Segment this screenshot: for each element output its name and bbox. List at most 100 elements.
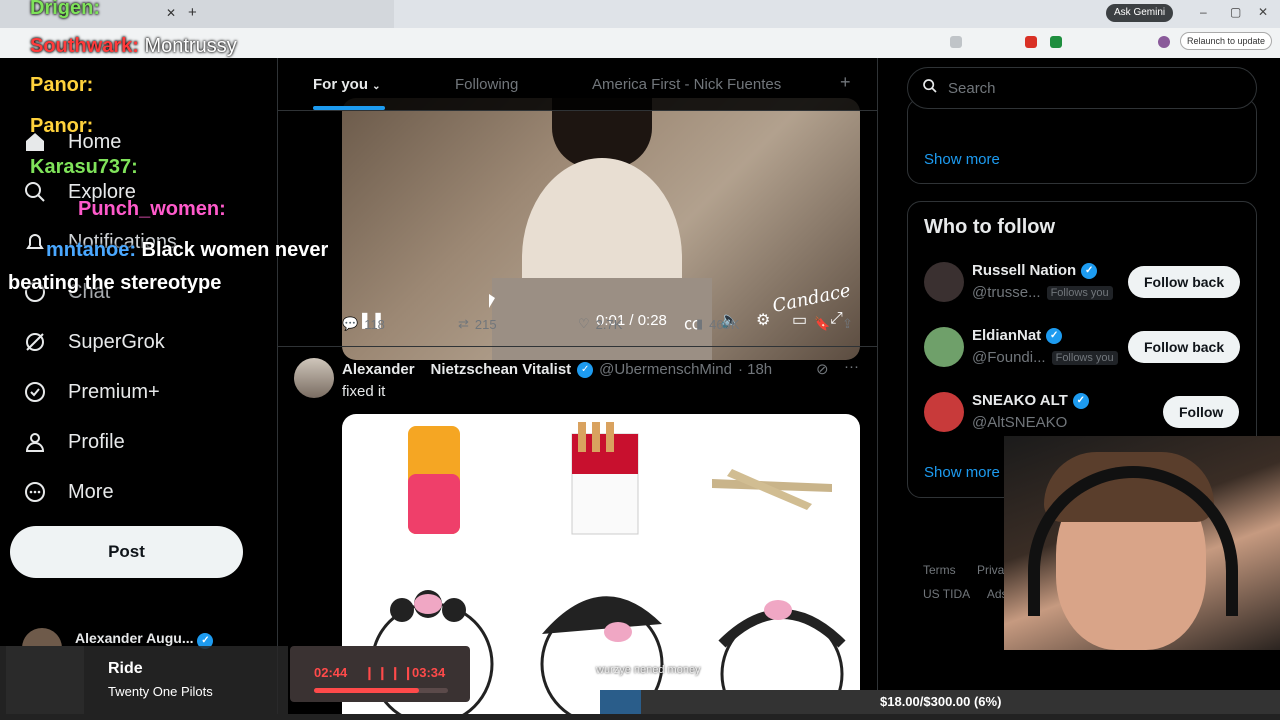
share-icon[interactable]: ⇪ (842, 316, 853, 332)
show-more-link[interactable]: Show more (924, 151, 1000, 168)
tweet-author-title[interactable]: Nietzschean Vitalist (431, 361, 572, 378)
views-count: 469K (709, 316, 740, 332)
tab-for-you-label: For you (313, 76, 368, 93)
chat-message: Karasu737: (30, 156, 138, 179)
extension-icon[interactable] (1050, 36, 1062, 48)
tweet-header: Alexander Nietzschean Vitalist ✓ @Uberme… (342, 361, 772, 378)
tab-for-you[interactable]: For you ⌄ (313, 76, 381, 93)
suggestion-row[interactable]: Russell Nation ✓ @trusse... Follows you Fo… (924, 262, 1244, 306)
reply-count: 118 (364, 316, 385, 332)
footer-us-tida[interactable]: US TIDA (923, 587, 969, 601)
add-tab-icon[interactable]: + (840, 72, 851, 93)
handle-text: @AltSNEAKO (972, 414, 1068, 431)
chat-user: Punch_women: (78, 198, 226, 220)
search-icon (22, 179, 48, 205)
relaunch-button[interactable]: Relaunch to update (1180, 32, 1273, 50)
chat-user: mntanoe: (46, 239, 136, 261)
total-time: 03:34 (412, 665, 446, 680)
who-to-follow-title: Who to follow (924, 216, 1056, 238)
tab-america-first[interactable]: America First - Nick Fuentes (592, 76, 781, 93)
suggestion-handle: @Foundi... Follows you (972, 349, 1118, 366)
bookmark-icon[interactable]: 🔖 (814, 316, 830, 332)
maximize-icon[interactable]: ▢ (1230, 5, 1241, 19)
repost-icon: ⇄ (458, 316, 469, 331)
tweet-handle[interactable]: @UbermenschMind (599, 361, 732, 378)
post-button[interactable]: Post (10, 526, 243, 578)
chat-message: mntanoe: Black women never (46, 239, 328, 262)
timeline: ❚❚ 0:01 / 0:28 ㏄ 🔈 ⚙ ▭ ⤢ Candace For you… (278, 58, 878, 720)
tweet-avatar[interactable] (294, 358, 334, 398)
avatar[interactable] (924, 262, 964, 302)
avatar[interactable] (924, 327, 964, 367)
close-window-icon[interactable]: ✕ (1258, 5, 1268, 19)
song-artist: Twenty One Pilots (108, 684, 213, 699)
now-playing-widget: Ride Twenty One Pilots (0, 646, 288, 720)
views-button[interactable]: ▮ 469K (696, 316, 740, 332)
suggestion-handle: @AltSNEAKO (972, 414, 1067, 431)
verified-badge-icon: ✓ (1046, 327, 1063, 344)
nav-profile[interactable]: Profile (22, 424, 125, 460)
handle-text: @Foundi... (972, 349, 1046, 366)
grok-icon[interactable]: ⊘ (816, 360, 829, 378)
chat-message: Panor: (30, 115, 93, 138)
suggestion-name-label: Russell Nation (972, 262, 1077, 279)
song-progress-fill (314, 688, 419, 693)
song-timer: 02:44 ❙❙❙❙ 03:34 (290, 646, 470, 702)
suggestion-name-label: EldianNat (972, 327, 1042, 344)
new-tab-icon[interactable]: + (188, 4, 197, 21)
repost-button[interactable]: ⇄ 215 (458, 316, 497, 332)
follow-button[interactable]: Follow (1163, 396, 1240, 428)
nav-more[interactable]: More (22, 474, 114, 510)
search-placeholder: Search (948, 79, 996, 97)
footer-links: Terms Privac US TIDA Ads (923, 558, 1010, 606)
adblock-icon[interactable] (1025, 36, 1037, 48)
suggestion-row[interactable]: SNEAKO ALT ✓ @AltSNEAKO Follow (924, 392, 1244, 436)
ticker-text: wurzye nened money (596, 664, 701, 676)
tab-following[interactable]: Following (455, 76, 518, 93)
tweet-text: fixed it (342, 383, 386, 400)
suggestion-name[interactable]: SNEAKO ALT ✓ (972, 392, 1089, 409)
grok-icon (22, 329, 48, 355)
follow-back-button[interactable]: Follow back (1128, 331, 1241, 363)
follow-back-button[interactable]: Follow back (1128, 266, 1241, 298)
tweet-time[interactable]: · 18h (738, 361, 772, 378)
follows-you-badge: Follows you (1046, 285, 1113, 300)
like-button[interactable]: ♡ 2.7K (578, 316, 622, 332)
webcam-overlay (1004, 436, 1280, 650)
suggestion-name[interactable]: Russell Nation ✓ (972, 262, 1098, 279)
suggestion-name-label: SNEAKO ALT (972, 392, 1068, 409)
chat-message: Panor: (30, 74, 93, 97)
chat-message: beating the stereotype (8, 272, 221, 295)
minimize-icon[interactable]: – (1200, 5, 1207, 19)
reply-button[interactable]: 💬 118 (342, 316, 385, 332)
chevron-down-icon: ⌄ (372, 81, 381, 92)
avatar[interactable] (924, 392, 964, 432)
tweet-author-name[interactable]: Alexander (342, 361, 415, 378)
show-more-link[interactable]: Show more (924, 464, 1000, 481)
tweet-more-icon[interactable]: ··· (844, 358, 859, 375)
close-tab-icon[interactable]: ✕ (166, 6, 176, 20)
suggestion-name[interactable]: EldianNat ✓ (972, 327, 1063, 344)
tweet-actions: 💬 118 ⇄ 215 ♡ 2.7K ▮ 469K 🔖 ⇪ (342, 314, 862, 336)
search-input[interactable]: Search (907, 67, 1257, 109)
chat-user: Panor: (30, 74, 94, 96)
verified-badge-icon: ✓ (577, 362, 594, 378)
account-name-label: Alexander Augu... (75, 630, 194, 646)
profile-icon[interactable] (1158, 36, 1170, 48)
chat-text: beating the stereotype (8, 272, 222, 294)
nav-supergrok[interactable]: SuperGrok (22, 324, 165, 360)
album-art (6, 646, 84, 716)
handle-text: @trusse... (972, 284, 1041, 301)
song-progress (314, 688, 448, 693)
timeline-tabs: For you ⌄ Following America First - Nick… (278, 58, 877, 111)
footer-terms[interactable]: Terms (923, 563, 956, 577)
zoom-icon[interactable] (950, 36, 962, 48)
nav-premium-label: Premium+ (68, 380, 160, 403)
ask-gemini-button[interactable]: Ask Gemini (1106, 4, 1174, 22)
chat-user: Drigen: (30, 0, 100, 19)
nav-premium[interactable]: Premium+ (22, 374, 160, 410)
chat-text: Black women never (136, 239, 329, 261)
donation-progress (600, 690, 641, 714)
trending-card: Show more (907, 98, 1257, 184)
suggestion-row[interactable]: EldianNat ✓ @Foundi... Follows you Follow … (924, 327, 1244, 371)
